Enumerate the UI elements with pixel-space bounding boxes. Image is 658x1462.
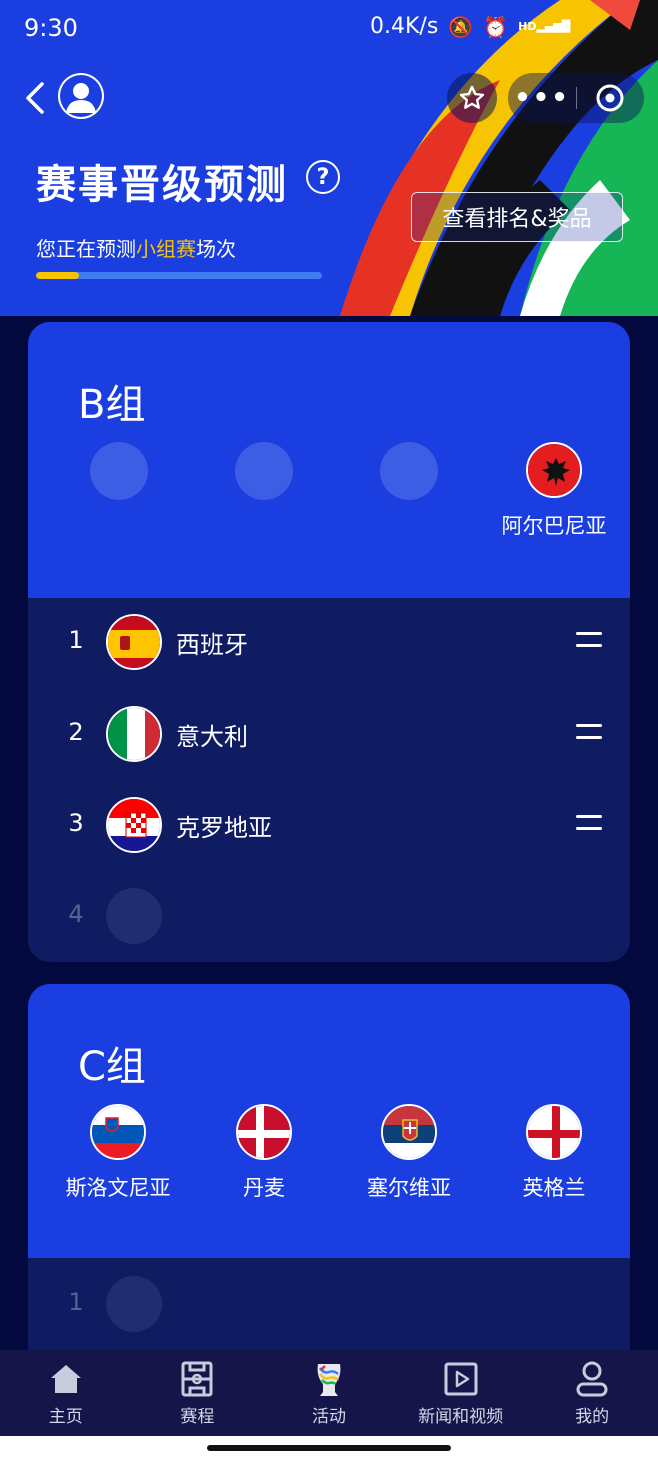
subtitle: 您正在预测小组赛场次 <box>36 233 236 262</box>
tab-activity[interactable]: 活动 <box>263 1350 395 1436</box>
mute-icon: 🔕 <box>448 14 474 39</box>
subtitle-highlight: 小组赛 <box>136 237 196 261</box>
status-bar: 9:30 0.4K/s 🔕 ⏰ HD▂▄▆█ <box>0 0 658 58</box>
network-speed: 0.4K/s <box>370 14 439 39</box>
albania-flag-icon <box>526 442 582 498</box>
alarm-icon: ⏰ <box>483 14 509 39</box>
ranking-row[interactable]: 2 意大利 <box>28 704 630 764</box>
video-icon <box>443 1360 479 1398</box>
croatia-flag-icon <box>106 797 162 853</box>
progress-fill <box>36 272 79 279</box>
ranking-row[interactable]: 1 西班牙 <box>28 612 630 672</box>
empty-rank-slot <box>106 1276 162 1332</box>
bottom-tab-bar: 主页 赛程 活动 新闻和视频 我的 <box>0 1350 658 1436</box>
group-title: C组 <box>78 1044 146 1090</box>
chevron-left-icon <box>26 82 44 114</box>
england-flag-icon <box>526 1104 582 1160</box>
miniprogram-capsule: ••• <box>508 73 644 123</box>
team-name: 斯洛文尼亚 <box>65 1176 171 1200</box>
rank-number: 1 <box>68 1288 84 1316</box>
drag-handle-icon[interactable] <box>576 632 602 652</box>
team-chip-slovenia[interactable]: 斯洛文尼亚 <box>58 1104 178 1202</box>
rank-number: 2 <box>68 718 84 746</box>
group-title: B组 <box>78 382 146 428</box>
team-name: 阿尔巴尼亚 <box>501 514 607 538</box>
system-gesture-area <box>0 1436 658 1462</box>
tab-label: 我的 <box>575 1407 610 1427</box>
rank-number: 1 <box>68 626 84 654</box>
ranking-row-empty[interactable]: 1 <box>28 1274 630 1334</box>
team-name: 塞尔维亚 <box>367 1176 451 1200</box>
prediction-progress-bar <box>36 272 322 279</box>
team-chip-denmark[interactable]: 丹麦 <box>204 1104 324 1202</box>
more-button[interactable]: ••• <box>508 73 576 123</box>
subtitle-prefix: 您正在预测 <box>36 237 136 261</box>
trophy-icon <box>311 1360 347 1398</box>
drag-handle-icon[interactable] <box>576 724 602 744</box>
empty-pool-slot <box>380 442 438 500</box>
tab-label: 主页 <box>48 1407 83 1427</box>
status-indicators: 0.4K/s 🔕 ⏰ HD▂▄▆█ <box>370 14 570 39</box>
schedule-icon <box>179 1360 215 1398</box>
group-card-b: B组 阿尔巴尼亚 1 西班牙 2 意大利 3 克罗地亚 4 <box>28 322 630 962</box>
empty-pool-slot <box>235 442 293 500</box>
tab-label: 活动 <box>311 1407 346 1427</box>
ranking-row-empty[interactable]: 4 <box>28 886 630 946</box>
star-icon <box>459 85 485 109</box>
header: 9:30 0.4K/s 🔕 ⏰ HD▂▄▆█ ••• 赛事晋级预测 ? 您正在预… <box>0 0 658 316</box>
tab-news-video[interactable]: 新闻和视频 <box>395 1350 527 1436</box>
denmark-flag-icon <box>236 1104 292 1160</box>
team-name: 意大利 <box>176 723 248 751</box>
group-c-pool: C组 斯洛文尼亚 丹麦 塞尔维亚 英格兰 <box>28 984 630 1258</box>
team-name: 英格兰 <box>522 1176 586 1200</box>
home-icon <box>48 1360 84 1398</box>
group-b-pool: B组 阿尔巴尼亚 <box>28 322 630 598</box>
empty-pool-slot <box>90 442 148 500</box>
team-name: 丹麦 <box>243 1176 285 1200</box>
more-dots-icon: ••• <box>514 83 570 113</box>
group-card-c: C组 斯洛文尼亚 丹麦 塞尔维亚 英格兰 1 <box>28 984 630 1404</box>
drag-handle-icon[interactable] <box>576 815 602 835</box>
profile-icon <box>574 1360 610 1398</box>
team-name: 西班牙 <box>176 631 248 659</box>
serbia-flag-icon <box>381 1104 437 1160</box>
avatar[interactable] <box>58 73 104 119</box>
ranking-row[interactable]: 3 克罗地亚 <box>28 795 630 855</box>
target-close-icon <box>596 84 624 112</box>
favorite-button[interactable] <box>447 73 497 123</box>
slovenia-flag-icon <box>90 1104 146 1160</box>
status-time: 9:30 <box>24 14 78 42</box>
tab-home[interactable]: 主页 <box>0 1350 132 1436</box>
back-button[interactable] <box>18 78 52 118</box>
help-icon[interactable]: ? <box>306 160 340 194</box>
tab-label: 新闻和视频 <box>418 1407 504 1427</box>
tab-label: 赛程 <box>180 1407 215 1427</box>
team-name: 克罗地亚 <box>176 814 272 842</box>
spain-flag-icon <box>106 614 162 670</box>
italy-flag-icon <box>106 706 162 762</box>
rank-number: 4 <box>68 900 84 928</box>
user-silhouette-icon <box>60 75 102 117</box>
signal-icon: HD▂▄▆█ <box>518 20 571 33</box>
subtitle-suffix: 场次 <box>196 237 236 261</box>
tab-schedule[interactable]: 赛程 <box>132 1350 264 1436</box>
team-chip-serbia[interactable]: 塞尔维亚 <box>349 1104 469 1202</box>
rank-number: 3 <box>68 809 84 837</box>
page-title: 赛事晋级预测 <box>36 162 288 208</box>
team-chip-england[interactable]: 英格兰 <box>494 1104 614 1202</box>
empty-rank-slot <box>106 888 162 944</box>
tab-profile[interactable]: 我的 <box>526 1350 658 1436</box>
home-indicator[interactable] <box>207 1445 451 1451</box>
view-ranking-button[interactable]: 查看排名&奖品 <box>411 192 623 242</box>
team-chip-albania[interactable]: 阿尔巴尼亚 <box>494 442 614 540</box>
close-miniprogram-button[interactable] <box>576 73 644 123</box>
